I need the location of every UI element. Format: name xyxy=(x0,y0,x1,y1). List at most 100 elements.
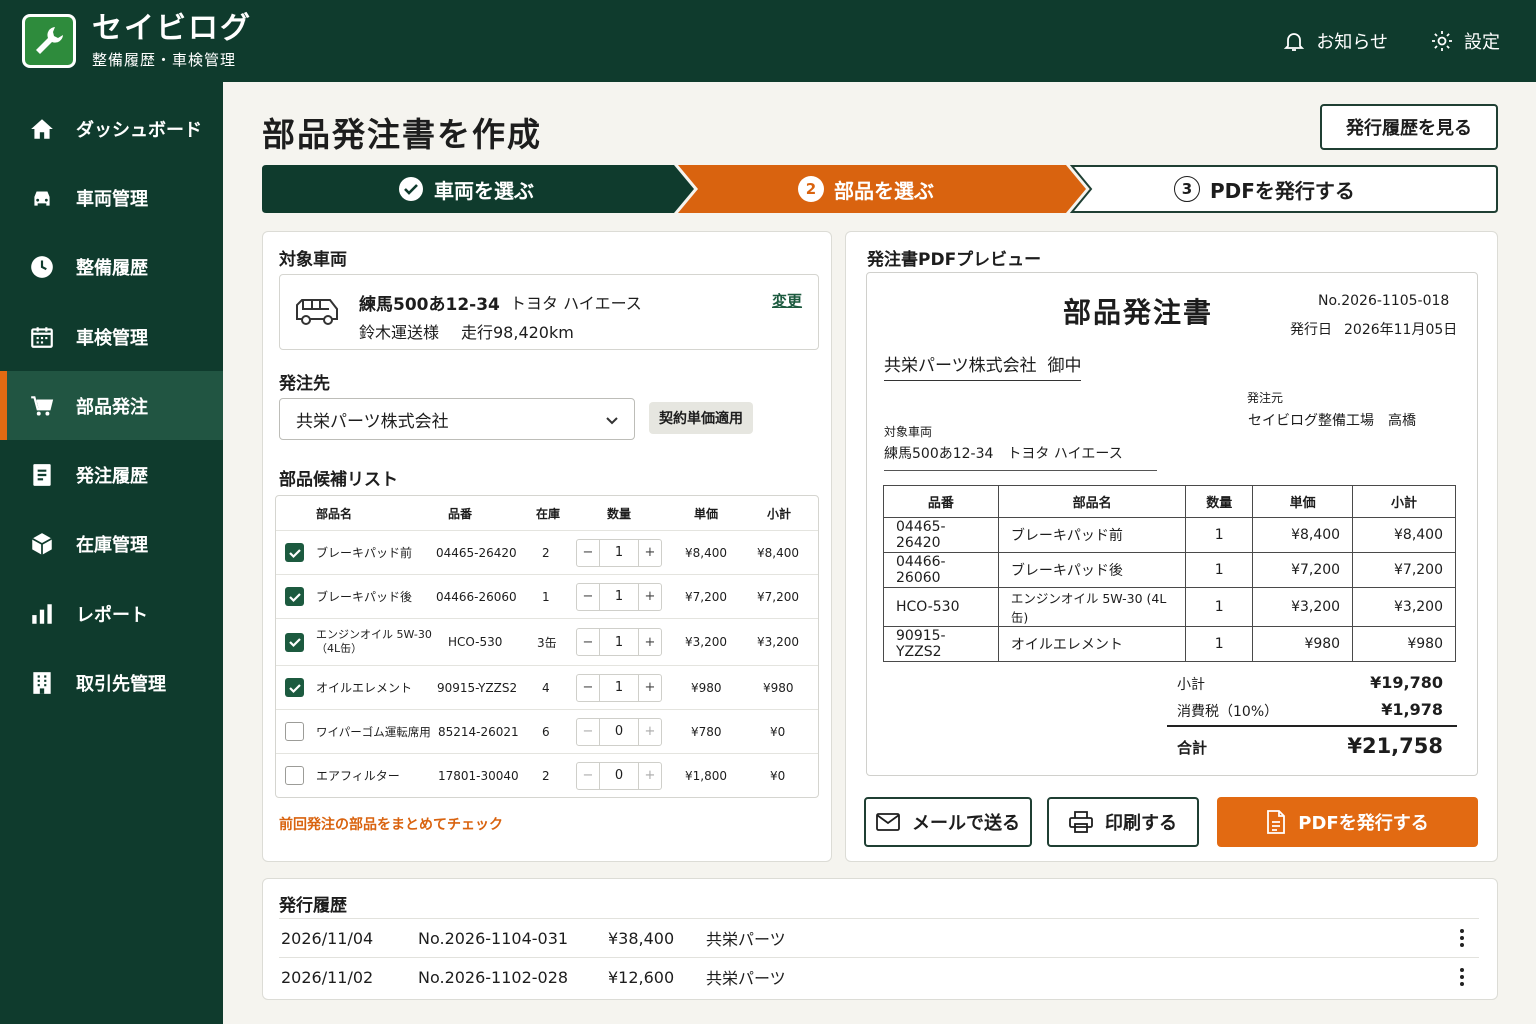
doc-part-no: 90915-YZZS2 xyxy=(883,626,999,662)
sidebar-item-inventory[interactable]: 在庫管理 xyxy=(0,510,223,579)
total-divider xyxy=(1167,725,1457,727)
quantity-value[interactable]: 0 xyxy=(599,762,639,789)
table-row[interactable]: ブレーキパッド後 04466-26060 1 −1 + ¥7,200 ¥7,200 xyxy=(276,575,818,619)
part-number: HCO-530 xyxy=(448,635,503,649)
quantity-stepper[interactable]: −1 + xyxy=(576,628,662,656)
part-name: ブレーキパッド後 xyxy=(316,590,413,604)
quantity-stepper[interactable]: −1 + xyxy=(576,673,662,702)
doc-unit-price: ¥3,200 xyxy=(1252,587,1354,627)
table-row[interactable]: オイルエレメント 90915-YZZS2 4 −1 + ¥980 ¥980 xyxy=(276,666,818,710)
stepper: 車両を選ぶ 2 部品を選ぶ 3 PDFを発行する xyxy=(262,165,1498,213)
quantity-value[interactable]: 0 xyxy=(599,718,639,745)
sidebar-item-vehicles[interactable]: 車両管理 xyxy=(0,163,223,232)
doc-tax-value: ¥1,978 xyxy=(1381,700,1443,719)
table-row[interactable]: ブレーキパッド前 04465-26420 2 −1 + ¥8,400 ¥8,400 xyxy=(276,531,818,575)
sidebar: ダッシュボード 車両管理 整備履歴 車検管理 部品発注 発注履歴 在庫管理 レポ… xyxy=(0,82,223,1024)
supplier-select[interactable]: 共栄パーツ株式会社 xyxy=(279,398,635,440)
doc-total-value: ¥21,758 xyxy=(1347,734,1443,758)
sidebar-item-parts-order[interactable]: 部品発注 xyxy=(0,371,223,441)
issue-date: 2026年11月05日 xyxy=(1344,322,1458,338)
part-unit-price: ¥780 xyxy=(691,724,722,739)
plus-icon[interactable]: + xyxy=(639,540,661,566)
doc-part-no: HCO-530 xyxy=(883,587,999,627)
car-icon xyxy=(28,184,56,212)
supplier-selected: 共栄パーツ株式会社 xyxy=(296,411,449,432)
table-row[interactable]: ワイパーゴム運転席用 85214-26021 6 −0 + ¥780 ¥0 xyxy=(276,710,818,754)
notifications-button[interactable]: お知らせ xyxy=(1282,28,1388,54)
more-options-icon[interactable] xyxy=(1459,967,1465,987)
header-subtotal: 小計 xyxy=(767,506,792,521)
doc-part-no: 04465-26420 xyxy=(883,517,999,553)
minus-icon[interactable]: − xyxy=(577,540,599,566)
view-history-button[interactable]: 発行履歴を見る xyxy=(1320,104,1498,150)
plus-icon[interactable]: + xyxy=(639,675,661,701)
row-checkbox[interactable] xyxy=(285,722,304,741)
check-previous-order-link[interactable]: 前回発注の部品をまとめてチェック xyxy=(279,814,503,834)
minus-icon[interactable]: − xyxy=(577,719,599,745)
cart-icon xyxy=(28,392,56,420)
minus-icon[interactable]: − xyxy=(577,629,599,655)
step-issue-pdf[interactable]: 3 PDFを発行する xyxy=(1174,165,1355,213)
send-email-button[interactable]: メールで送る xyxy=(864,797,1032,847)
minus-icon[interactable]: − xyxy=(577,675,599,701)
minus-icon[interactable]: − xyxy=(577,584,599,610)
bell-icon xyxy=(1282,29,1306,53)
sidebar-item-order-history[interactable]: 発注履歴 xyxy=(0,440,223,509)
quantity-stepper[interactable]: −0 + xyxy=(576,761,662,790)
part-stock: 6 xyxy=(542,724,550,739)
table-row[interactable]: エアフィルター 17801-30040 2 −0 + ¥1,800 ¥0 xyxy=(276,754,818,797)
step-number: 3 xyxy=(1174,176,1200,202)
quantity-stepper[interactable]: −1 + xyxy=(576,582,662,611)
print-button[interactable]: 印刷する xyxy=(1047,797,1199,847)
row-checkbox[interactable] xyxy=(285,587,304,606)
check-circle-icon xyxy=(398,176,424,202)
history-row[interactable]: 2026/11/04 No.2026-1104-031 ¥38,400 共栄パー… xyxy=(279,918,1479,957)
doc-header-unit-price: 単価 xyxy=(1252,485,1354,518)
doc-subtotal: ¥8,400 xyxy=(1352,517,1456,553)
clock-icon xyxy=(28,253,56,281)
plus-icon[interactable]: + xyxy=(639,584,661,610)
row-checkbox[interactable] xyxy=(285,632,304,652)
box-icon xyxy=(28,530,56,558)
table-row[interactable]: エンジンオイル 5W-30 （4L缶） HCO-530 3缶 −1 + ¥3,20… xyxy=(276,619,818,666)
more-options-icon[interactable] xyxy=(1459,928,1465,948)
sidebar-item-dashboard[interactable]: ダッシュボード xyxy=(0,94,223,163)
sidebar-item-reports[interactable]: レポート xyxy=(0,579,223,648)
part-subtotal: ¥7,200 xyxy=(757,589,799,604)
plus-icon[interactable]: + xyxy=(639,629,661,655)
vehicle-model: トヨタ ハイエース xyxy=(510,294,642,313)
issuer-label: 発注元 xyxy=(1247,391,1284,405)
part-unit-price: ¥3,200 xyxy=(685,635,727,649)
history-row[interactable]: 2026/11/02 No.2026-1102-028 ¥12,600 共栄パー… xyxy=(279,957,1479,996)
sidebar-item-maintenance[interactable]: 整備履歴 xyxy=(0,233,223,302)
sidebar-item-suppliers[interactable]: 取引先管理 xyxy=(0,648,223,717)
quantity-value[interactable]: 1 xyxy=(599,539,639,566)
row-checkbox[interactable] xyxy=(285,766,304,785)
step-select-parts[interactable]: 2 部品を選ぶ xyxy=(798,165,934,213)
sidebar-item-inspection[interactable]: 車検管理 xyxy=(0,302,223,371)
quantity-stepper[interactable]: −0 + xyxy=(576,717,662,746)
quantity-value[interactable]: 1 xyxy=(599,583,639,610)
supplier-title: 発注先 xyxy=(279,374,330,394)
issue-pdf-button[interactable]: PDFを発行する xyxy=(1217,797,1478,847)
settings-button[interactable]: 設定 xyxy=(1430,28,1500,54)
part-subtotal: ¥980 xyxy=(763,680,794,695)
history-number: No.2026-1104-031 xyxy=(418,928,569,948)
header-unit-price: 単価 xyxy=(694,506,719,521)
row-checkbox[interactable] xyxy=(285,543,304,562)
plus-icon[interactable]: + xyxy=(639,763,661,789)
plus-icon[interactable]: + xyxy=(639,719,661,745)
history-supplier: 共栄パーツ xyxy=(706,969,786,988)
header-name: 部品名 xyxy=(316,506,353,521)
doc-parts-table: 品番 部品名 数量 単価 小計 04465-26420 ブレーキパッド前 1 ¥… xyxy=(883,485,1456,662)
change-vehicle-link[interactable]: 変更 xyxy=(772,290,802,311)
vehicle-owner: 鈴木運送様 xyxy=(359,323,440,342)
quantity-stepper[interactable]: −1 + xyxy=(576,538,662,567)
quantity-value[interactable]: 1 xyxy=(599,674,639,701)
minus-icon[interactable]: − xyxy=(577,763,599,789)
issue-pdf-label: PDFを発行する xyxy=(1298,813,1429,834)
quantity-value[interactable]: 1 xyxy=(599,629,639,655)
app-logo-icon[interactable] xyxy=(22,14,76,68)
step-select-vehicle[interactable]: 車両を選ぶ xyxy=(398,165,534,213)
row-checkbox[interactable] xyxy=(285,678,304,697)
